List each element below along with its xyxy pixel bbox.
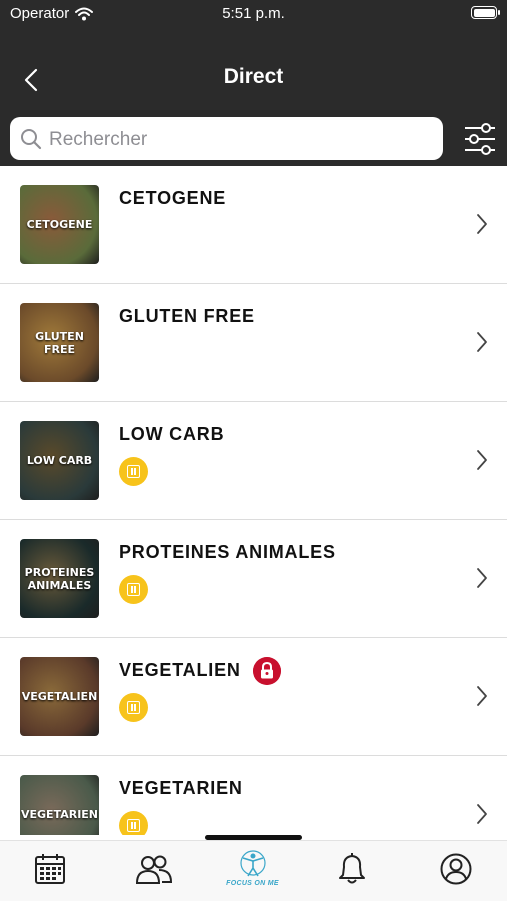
category-thumbnail: CETOGENE <box>20 185 99 264</box>
status-bar: Operator 5:51 p.m. <box>0 0 507 28</box>
category-list: CETOGENE CETOGENE GLUTEN FREE GLUTEN FREE LO… <box>0 166 507 835</box>
status-time: 5:51 p.m. <box>222 5 285 22</box>
category-thumbnail: PROTEINES ANIMALES <box>20 539 99 618</box>
chevron-right-icon <box>477 686 487 706</box>
thumbnail-label: PROTEINES ANIMALES <box>24 565 95 592</box>
focus-on-me-logo-icon <box>240 850 266 877</box>
premium-book-icon <box>119 811 148 835</box>
chevron-right-icon <box>477 804 487 824</box>
tab-community[interactable] <box>101 841 202 901</box>
category-row[interactable]: VEGETALIEN VEGETALIEN <box>0 638 507 756</box>
tab-profile[interactable] <box>406 841 507 901</box>
category-row[interactable]: LOW CARB LOW CARB <box>0 402 507 520</box>
chevron-right-icon <box>477 568 487 588</box>
thumbnail-label: VEGETALIEN <box>21 690 98 703</box>
chevron-right-icon <box>477 214 487 234</box>
calendar-icon <box>35 854 65 884</box>
tab-focus-on-me[interactable]: FOCUS ON ME <box>202 841 303 901</box>
focus-on-me-label: FOCUS ON ME <box>226 880 279 887</box>
category-name: VEGETALIEN <box>119 660 241 680</box>
chevron-right-icon <box>477 332 487 352</box>
category-row[interactable]: CETOGENE CETOGENE <box>0 166 507 284</box>
filter-sliders-icon[interactable] <box>462 122 498 156</box>
category-name: PROTEINES ANIMALES <box>119 542 336 562</box>
battery-icon <box>471 6 500 19</box>
category-thumbnail: VEGETALIEN <box>20 657 99 736</box>
header: Operator 5:51 p.m. Direct <box>0 0 507 166</box>
nav-bar: Direct <box>0 55 507 103</box>
category-thumbnail: LOW CARB <box>20 421 99 500</box>
category-name: VEGETARIEN <box>119 778 243 798</box>
tab-calendar[interactable] <box>0 841 101 901</box>
category-name: CETOGENE <box>119 188 227 208</box>
thumbnail-label: LOW CARB <box>26 454 93 467</box>
thumbnail-label: CETOGENE <box>26 218 93 231</box>
lock-icon <box>253 657 281 685</box>
category-thumbnail: GLUTEN FREE <box>20 303 99 382</box>
tab-bar: FOCUS ON ME <box>0 840 507 901</box>
premium-book-icon <box>119 575 148 604</box>
thumbnail-label: VEGETARIEN <box>20 808 99 821</box>
tab-notifications[interactable] <box>303 841 404 901</box>
group-icon <box>135 855 173 884</box>
category-thumbnail: VEGETARIEN <box>20 775 99 835</box>
thumbnail-label: GLUTEN FREE <box>35 329 84 356</box>
profile-icon <box>440 853 472 885</box>
category-row[interactable]: GLUTEN FREE GLUTEN FREE <box>0 284 507 402</box>
category-row[interactable]: VEGETARIEN VEGETARIEN <box>0 756 507 835</box>
premium-book-icon <box>119 457 148 486</box>
search-bar[interactable] <box>10 117 443 162</box>
bell-icon <box>339 853 365 884</box>
search-icon <box>21 129 42 150</box>
search-input[interactable] <box>47 117 431 162</box>
page-title: Direct <box>223 65 284 88</box>
chevron-right-icon <box>477 450 487 470</box>
category-name: LOW CARB <box>119 424 225 444</box>
category-row[interactable]: PROTEINES ANIMALES PROTEINES ANIMALES <box>0 520 507 638</box>
premium-book-icon <box>119 693 148 722</box>
category-name: GLUTEN FREE <box>119 306 255 326</box>
